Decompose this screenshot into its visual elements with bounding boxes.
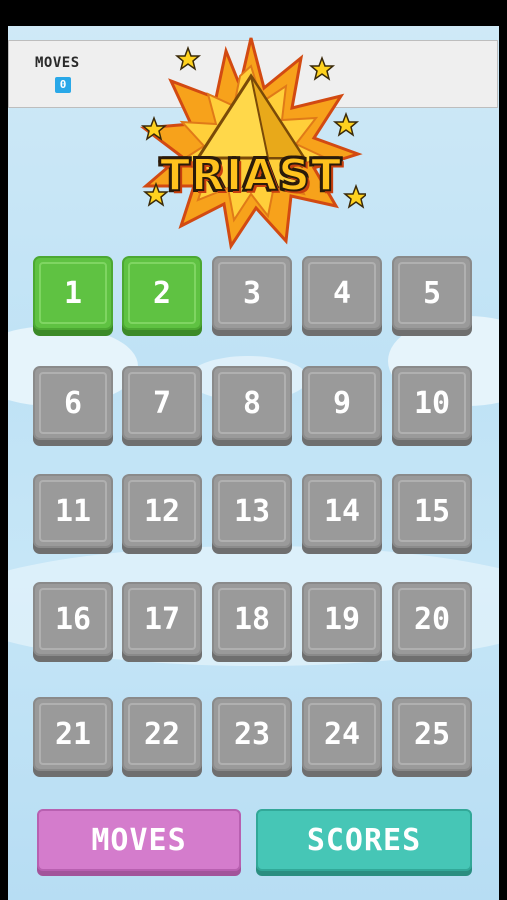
level-button-4[interactable]: 4 [302, 256, 382, 330]
level-number: 14 [323, 493, 361, 529]
level-button-13[interactable]: 13 [212, 474, 292, 548]
level-button-2[interactable]: 2 [122, 256, 202, 330]
level-button-24[interactable]: 24 [302, 697, 382, 771]
level-number: 13 [233, 493, 271, 529]
level-number: 18 [233, 601, 271, 637]
level-number: 16 [54, 601, 92, 637]
logo-title: TRIAST [159, 149, 343, 202]
level-number: 1 [63, 275, 83, 311]
level-number: 23 [233, 716, 271, 752]
level-number: 2 [152, 275, 172, 311]
level-button-23[interactable]: 23 [212, 697, 292, 771]
level-button-10[interactable]: 10 [392, 366, 472, 440]
level-number: 24 [323, 716, 361, 752]
level-number: 25 [413, 716, 451, 752]
level-button-22[interactable]: 22 [122, 697, 202, 771]
level-number: 21 [54, 716, 92, 752]
moves-button[interactable]: MOVES [37, 809, 241, 871]
level-button-25[interactable]: 25 [392, 697, 472, 771]
level-button-3[interactable]: 3 [212, 256, 292, 330]
level-button-6[interactable]: 6 [33, 366, 113, 440]
logo-burst-icon [139, 37, 370, 251]
level-button-8[interactable]: 8 [212, 366, 292, 440]
level-number: 10 [413, 385, 451, 421]
level-number: 12 [143, 493, 181, 529]
moves-label: MOVES [35, 55, 80, 71]
level-button-7[interactable]: 7 [122, 366, 202, 440]
level-number: 15 [413, 493, 451, 529]
level-button-19[interactable]: 19 [302, 582, 382, 656]
level-button-14[interactable]: 14 [302, 474, 382, 548]
level-number: 19 [323, 601, 361, 637]
scores-button[interactable]: SCORES [256, 809, 472, 871]
level-number: 7 [152, 385, 172, 421]
level-number: 8 [242, 385, 262, 421]
triast-logo: TRIAST [136, 36, 370, 251]
level-number: 17 [143, 601, 181, 637]
level-button-16[interactable]: 16 [33, 582, 113, 656]
level-button-20[interactable]: 20 [392, 582, 472, 656]
level-number: 22 [143, 716, 181, 752]
level-button-11[interactable]: 11 [33, 474, 113, 548]
level-number: 5 [422, 275, 442, 311]
level-number: 3 [242, 275, 262, 311]
level-number: 6 [63, 385, 83, 421]
level-button-5[interactable]: 5 [392, 256, 472, 330]
game-screen: MOVES 0 TRIAST 1 2 3 4 5 6 7 8 9 10 11 12 13 14 15 16 17… [8, 26, 499, 900]
level-number: 20 [413, 601, 451, 637]
level-button-17[interactable]: 17 [122, 582, 202, 656]
level-button-15[interactable]: 15 [392, 474, 472, 548]
level-button-21[interactable]: 21 [33, 697, 113, 771]
level-number: 9 [332, 385, 352, 421]
level-number: 11 [54, 493, 92, 529]
level-button-18[interactable]: 18 [212, 582, 292, 656]
level-button-1[interactable]: 1 [33, 256, 113, 330]
level-number: 4 [332, 275, 352, 311]
level-button-12[interactable]: 12 [122, 474, 202, 548]
moves-count: 0 [55, 77, 71, 93]
level-button-9[interactable]: 9 [302, 366, 382, 440]
